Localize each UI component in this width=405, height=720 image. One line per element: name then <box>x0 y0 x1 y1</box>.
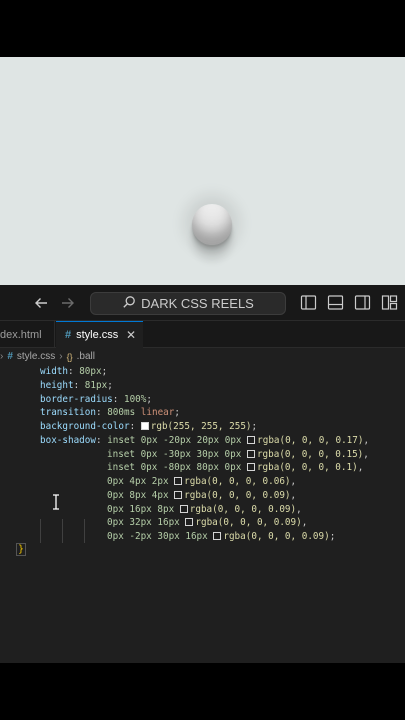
toggle-secondary-sidebar-icon[interactable] <box>354 294 371 311</box>
tab-label: style.css <box>76 329 119 341</box>
code-line: 0px 16px 8px rgba(0, 0, 0, 0.09), <box>107 504 302 515</box>
code-line: inset 0px -30px 30px 0px rgba(0, 0, 0, 0… <box>107 449 369 460</box>
toggle-panel-icon[interactable] <box>327 294 344 311</box>
css-file-icon: # <box>7 351 13 362</box>
title-bar: DARK CSS REELS <box>0 285 405 321</box>
arrow-right-icon[interactable] <box>59 294 77 312</box>
code-line: 0px 8px 4px rgba(0, 0, 0, 0.09), <box>107 490 297 501</box>
indent-guide <box>40 519 41 543</box>
code-editor-window: DARK CSS REELS dex.html # style.css ✕ › … <box>0 285 405 663</box>
breadcrumb-symbol[interactable]: .ball <box>77 351 95 362</box>
color-swatch[interactable] <box>179 505 188 513</box>
ball-element <box>192 204 232 245</box>
code-line: 0px 4px 2px rgba(0, 0, 0, 0.06), <box>107 476 297 487</box>
tab-label: dex.html <box>0 328 42 341</box>
code-line: 0px 32px 16px rgba(0, 0, 0, 0.09), <box>107 517 308 528</box>
css-file-icon: # <box>65 329 72 341</box>
color-swatch[interactable] <box>185 518 194 526</box>
breadcrumb: › # style.css › {} .ball <box>0 348 405 365</box>
indent-guide <box>84 519 85 543</box>
bottom-letterbox <box>0 663 405 720</box>
code-line: box-shadow: inset 0px -20px 20px 0px rgb… <box>40 435 370 446</box>
color-swatch[interactable] <box>174 491 183 499</box>
code-area[interactable]: width: 80px; height: 81px; border-radius… <box>0 365 405 655</box>
code-line: background-color: rgb(255, 255, 255); <box>40 421 258 432</box>
color-swatch[interactable] <box>246 463 255 471</box>
text-cursor-icon <box>52 494 60 510</box>
color-swatch[interactable] <box>140 422 149 430</box>
color-swatch[interactable] <box>213 532 222 540</box>
color-swatch[interactable] <box>247 436 256 444</box>
arrow-left-icon[interactable] <box>32 294 50 312</box>
close-icon[interactable]: ✕ <box>126 328 136 342</box>
tab-index-html[interactable]: dex.html <box>0 321 55 348</box>
search-icon <box>122 295 136 312</box>
code-line: width: 80px; <box>40 366 108 377</box>
editor-tab-bar: dex.html # style.css ✕ <box>0 321 405 348</box>
closing-brace: } <box>16 543 27 556</box>
command-center-search[interactable]: DARK CSS REELS <box>90 292 286 315</box>
code-line: transition: 800ms linear; <box>40 407 180 418</box>
color-swatch[interactable] <box>246 450 255 458</box>
breadcrumb-file[interactable]: style.css <box>17 351 55 362</box>
customize-layout-icon[interactable] <box>381 294 398 311</box>
top-letterbox <box>0 0 405 57</box>
code-line: border-radius: 100%; <box>40 394 152 405</box>
command-center-label: DARK CSS REELS <box>141 296 254 311</box>
tab-style-css[interactable]: # style.css ✕ <box>56 321 143 348</box>
code-line: inset 0px -80px 80px 0px rgba(0, 0, 0, 0… <box>107 462 364 473</box>
chevron-right-icon: › <box>59 351 63 362</box>
color-swatch[interactable] <box>174 477 183 485</box>
chevron-right-icon: › <box>0 351 4 362</box>
selector-symbol-icon: {} <box>66 351 73 362</box>
indent-guide <box>62 519 63 543</box>
code-line: 0px -2px 30px 16px rgba(0, 0, 0, 0.09); <box>107 531 336 542</box>
toggle-primary-sidebar-icon[interactable] <box>300 294 317 311</box>
browser-preview <box>0 57 405 285</box>
code-line: height: 81px; <box>40 380 113 391</box>
